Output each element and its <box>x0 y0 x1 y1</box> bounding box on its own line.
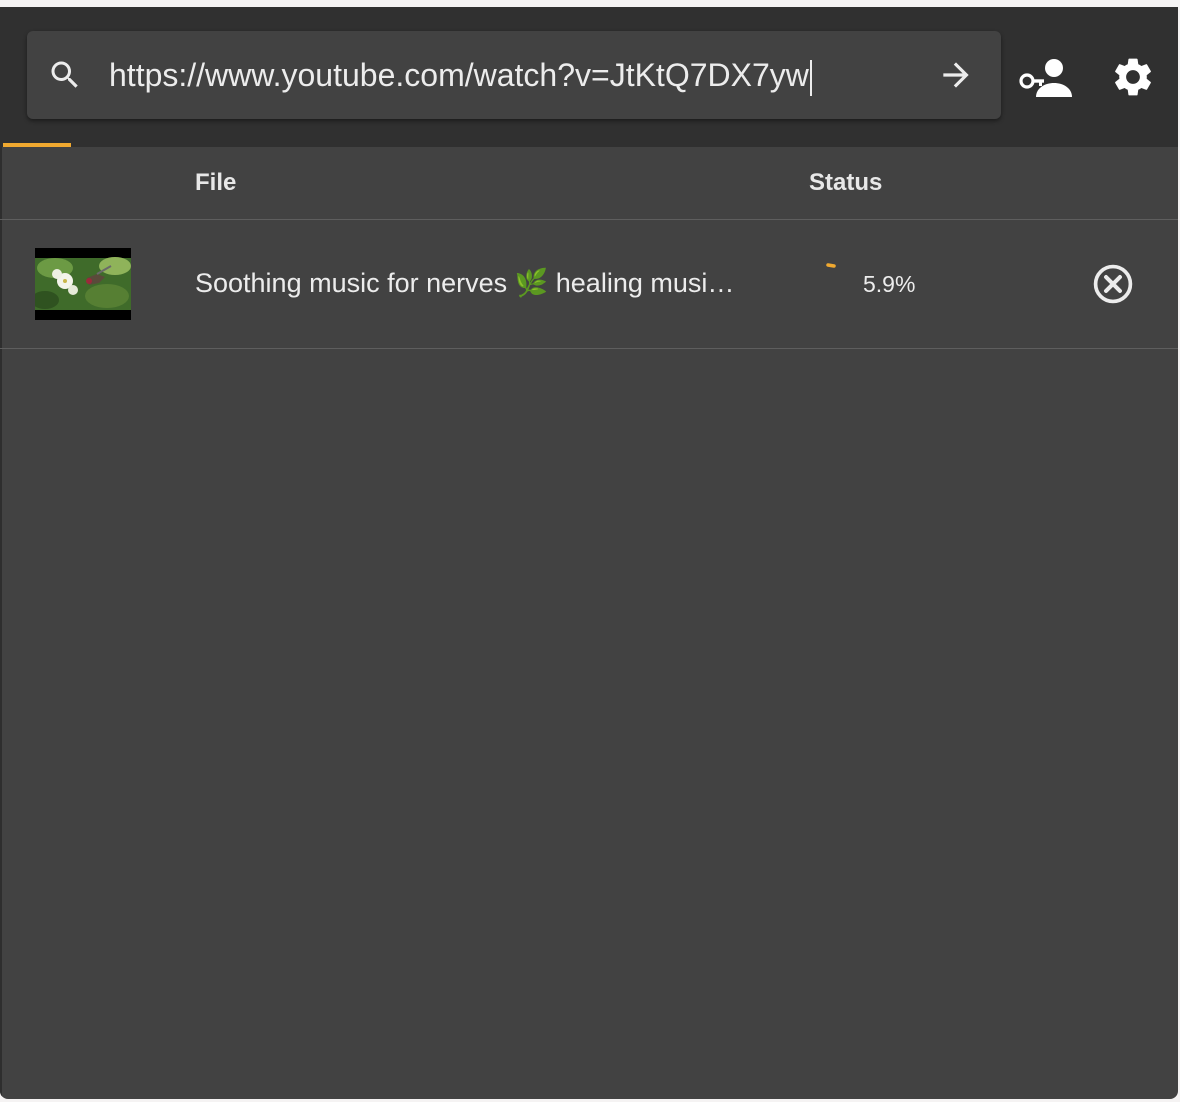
progress-spinner <box>826 263 836 268</box>
key-user-icon[interactable] <box>1018 57 1072 99</box>
search-icon <box>51 61 78 88</box>
video-thumbnail <box>35 248 131 320</box>
table-header: File Status <box>0 147 1178 220</box>
column-header-status: Status <box>809 169 883 196</box>
top-bar: https://www.youtube.com/watch?v=JtKtQ7DX… <box>0 7 1178 147</box>
app-window: https://www.youtube.com/watch?v=JtKtQ7DX… <box>0 7 1178 1099</box>
column-header-file: File <box>195 169 237 196</box>
text-caret <box>809 59 812 96</box>
url-input-value: https://www.youtube.com/watch?v=JtKtQ7DX… <box>109 57 809 93</box>
arrow-right-icon[interactable] <box>937 56 975 94</box>
gear-icon[interactable] <box>1110 54 1156 100</box>
file-title: Soothing music for nerves 🌿 healing musi… <box>195 268 735 298</box>
progress-percent: 5.9% <box>863 271 916 297</box>
url-search-box[interactable]: https://www.youtube.com/watch?v=JtKtQ7DX… <box>27 31 1001 119</box>
url-input[interactable]: https://www.youtube.com/watch?v=JtKtQ7DX… <box>109 55 812 96</box>
cancel-circle-icon[interactable] <box>1091 262 1135 306</box>
table-row[interactable]: Soothing music for nerves 🌿 healing musi… <box>0 219 1178 349</box>
